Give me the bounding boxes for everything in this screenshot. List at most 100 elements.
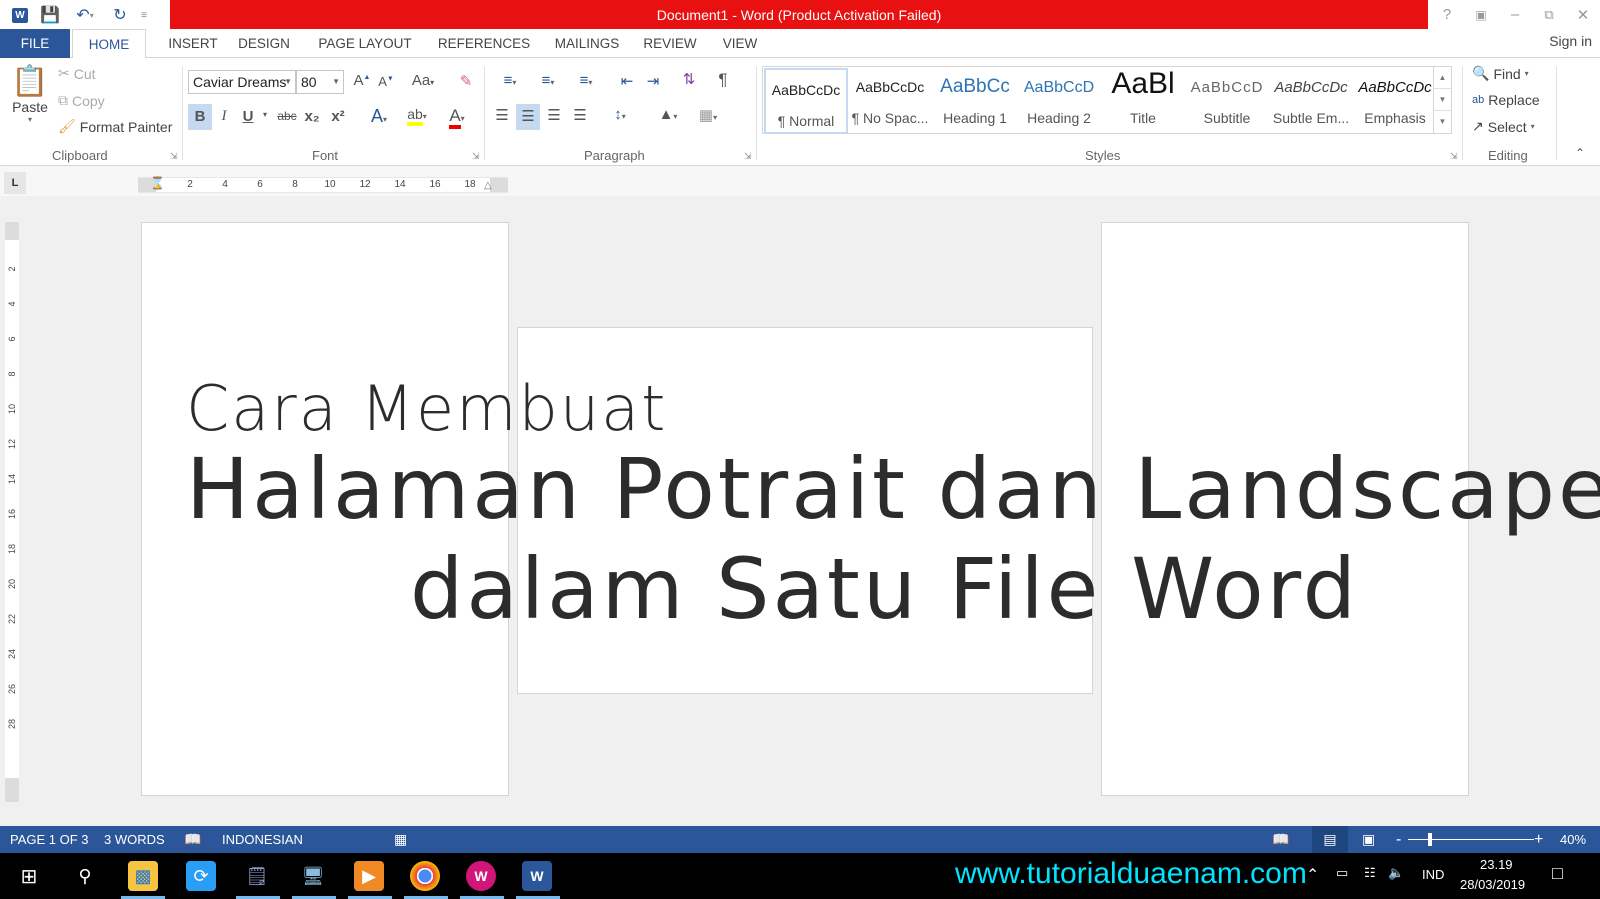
font-color-icon[interactable]: A▾ <box>440 106 474 129</box>
font-launcher-icon[interactable]: ⇲ <box>472 151 480 162</box>
close-icon[interactable]: ✕ <box>1566 6 1600 24</box>
select-button[interactable]: ↗ Select ▾ <box>1472 118 1535 135</box>
tab-home[interactable]: HOME <box>72 29 146 59</box>
remote-desktop-icon[interactable]: 🖥 <box>298 861 328 891</box>
subscript-button[interactable]: x₂ <box>302 108 322 125</box>
tab-review[interactable]: REVIEW <box>640 29 700 58</box>
word-icon[interactable]: W <box>522 861 552 891</box>
find-button[interactable]: 🔍 Find ▾ <box>1472 65 1529 82</box>
strikethrough-button[interactable]: abc <box>274 109 300 123</box>
font-size-select[interactable]: 80 ▼ <box>296 70 344 94</box>
font-name-select[interactable]: Caviar Dreams ▼ <box>188 70 296 94</box>
page-3-portrait[interactable] <box>1101 222 1469 796</box>
save-icon[interactable]: 💾 <box>38 4 62 26</box>
underline-button[interactable]: U <box>238 108 258 125</box>
horizontal-ruler[interactable]: 2 4 6 8 10 12 14 16 18 ⌛ △ <box>138 176 508 193</box>
wps-beta-icon[interactable]: W <box>466 861 496 891</box>
restore-icon[interactable]: ⧉ <box>1532 7 1566 23</box>
tab-design[interactable]: DESIGN <box>232 29 296 58</box>
style-heading-2[interactable]: AaBbCcD Heading 2 <box>1017 67 1101 133</box>
highlight-icon[interactable]: ab▾ <box>400 106 434 126</box>
zoom-slider[interactable] <box>1408 839 1534 840</box>
style-normal[interactable]: AaBbCcDc ¶ Normal <box>764 68 848 134</box>
style-subtitle[interactable]: AaBbCcD Subtitle <box>1185 67 1269 133</box>
vertical-ruler[interactable]: 2 4 6 8 10 12 14 16 18 20 22 24 26 28 <box>5 222 19 802</box>
text-effects-icon[interactable]: A▾ <box>364 106 394 127</box>
clock-date[interactable]: 28/03/2019 <box>1460 877 1525 892</box>
clock-time[interactable]: 23.19 <box>1480 857 1513 872</box>
line-spacing-icon[interactable]: ↕▾ <box>604 106 636 123</box>
file-explorer-icon[interactable]: ▩ <box>128 861 158 891</box>
shareit-icon[interactable]: ⟳ <box>186 861 216 891</box>
align-left-icon[interactable]: ☰ <box>490 106 514 124</box>
bullets-icon[interactable]: ≡▾ <box>494 72 526 89</box>
gallery-down-icon[interactable]: ▼ <box>1434 89 1451 111</box>
change-case-button[interactable]: Aa▾ <box>406 72 440 89</box>
sign-in-link[interactable]: Sign in <box>1549 33 1592 49</box>
volume-icon[interactable]: 🔈 <box>1388 865 1404 881</box>
input-language[interactable]: IND <box>1422 867 1444 882</box>
replace-button[interactable]: ab Replace <box>1472 92 1540 108</box>
style-no-spacing[interactable]: AaBbCcDc ¶ No Spac... <box>848 67 932 133</box>
align-center-icon[interactable]: ☰ <box>516 104 540 130</box>
paragraph-launcher-icon[interactable]: ⇲ <box>744 151 752 162</box>
zoom-in-icon[interactable]: + <box>1534 826 1543 853</box>
multilevel-list-icon[interactable]: ≡▾ <box>570 72 602 89</box>
shading-icon[interactable]: ▲▾ <box>652 106 684 123</box>
action-center-icon[interactable]: □ <box>1552 863 1563 884</box>
copy-button[interactable]: ⧉ Copy <box>58 92 105 109</box>
proofing-icon[interactable]: 📖 <box>184 826 201 853</box>
language-indicator[interactable]: INDONESIAN <box>222 826 303 853</box>
underline-dropdown-icon[interactable]: ▾ <box>260 110 270 119</box>
chrome-icon[interactable] <box>410 861 440 891</box>
paste-button[interactable]: 📋 Paste ▾ <box>10 64 50 124</box>
style-subtle-emphasis[interactable]: AaBbCcDc Subtle Em... <box>1269 67 1353 133</box>
undo-icon[interactable]: ↶ ▾ <box>68 4 102 26</box>
page-1-portrait[interactable] <box>141 222 509 796</box>
macro-recording-icon[interactable]: ▦ <box>394 826 407 853</box>
style-heading-1[interactable]: AaBbCc Heading 1 <box>933 67 1017 133</box>
document-canvas[interactable] <box>24 196 1600 826</box>
tab-insert[interactable]: INSERT <box>162 29 224 58</box>
web-layout-icon[interactable]: ▣ <box>1362 826 1375 853</box>
word-logo-icon[interactable]: W <box>8 4 32 26</box>
zoom-slider-thumb[interactable] <box>1428 833 1432 846</box>
align-right-icon[interactable]: ☰ <box>542 106 566 124</box>
collapse-ribbon-icon[interactable]: ⌃ <box>1572 146 1588 160</box>
borders-icon[interactable]: ▦▾ <box>692 106 724 124</box>
numbering-icon[interactable]: ≡▾ <box>532 72 564 89</box>
style-title[interactable]: AaBl Title <box>1101 67 1185 133</box>
media-player-icon[interactable]: ▶ <box>354 861 384 891</box>
word-count[interactable]: 3 WORDS <box>104 826 165 853</box>
tab-page-layout[interactable]: PAGE LAYOUT <box>312 29 418 58</box>
increase-indent-icon[interactable]: ⇥ <box>642 72 664 90</box>
decrease-indent-icon[interactable]: ⇤ <box>616 72 638 90</box>
indent-marker-icon[interactable]: ⌛ <box>150 176 165 190</box>
clear-formatting-icon[interactable]: ✎ <box>456 72 476 90</box>
page-count[interactable]: PAGE 1 OF 3 <box>10 826 89 853</box>
zoom-level[interactable]: 40% <box>1560 826 1586 853</box>
right-indent-icon[interactable]: △ <box>484 180 492 191</box>
grow-font-icon[interactable]: A▲ <box>352 72 372 89</box>
help-icon[interactable]: ? <box>1430 6 1464 23</box>
minimize-icon[interactable]: – <box>1498 6 1532 23</box>
wifi-icon[interactable]: ☷ <box>1364 865 1376 881</box>
search-icon[interactable]: ⚲ <box>70 861 100 891</box>
gallery-up-icon[interactable]: ▲ <box>1434 67 1451 89</box>
styles-launcher-icon[interactable]: ⇲ <box>1450 151 1458 162</box>
sort-icon[interactable]: ⇅ <box>678 70 700 88</box>
show-hidden-icons[interactable]: ⌃ <box>1306 865 1319 885</box>
customize-icon[interactable]: ≡ <box>138 4 150 26</box>
battery-icon[interactable]: ▭ <box>1336 865 1348 881</box>
notepad-icon[interactable]: 🗒 <box>242 861 272 891</box>
format-painter-button[interactable]: 🖌 Format Painter <box>58 118 172 135</box>
tab-selector[interactable]: L <box>4 172 26 194</box>
windows-start-icon[interactable]: ⊞ <box>14 861 44 891</box>
print-layout-icon[interactable]: ▤ <box>1312 826 1348 853</box>
tab-file[interactable]: FILE <box>0 29 70 58</box>
superscript-button[interactable]: x² <box>328 108 348 125</box>
show-formatting-icon[interactable]: ¶ <box>712 70 734 90</box>
tab-references[interactable]: REFERENCES <box>434 29 534 58</box>
bold-button[interactable]: B <box>188 104 212 130</box>
read-mode-icon[interactable]: 📖 <box>1272 826 1289 853</box>
